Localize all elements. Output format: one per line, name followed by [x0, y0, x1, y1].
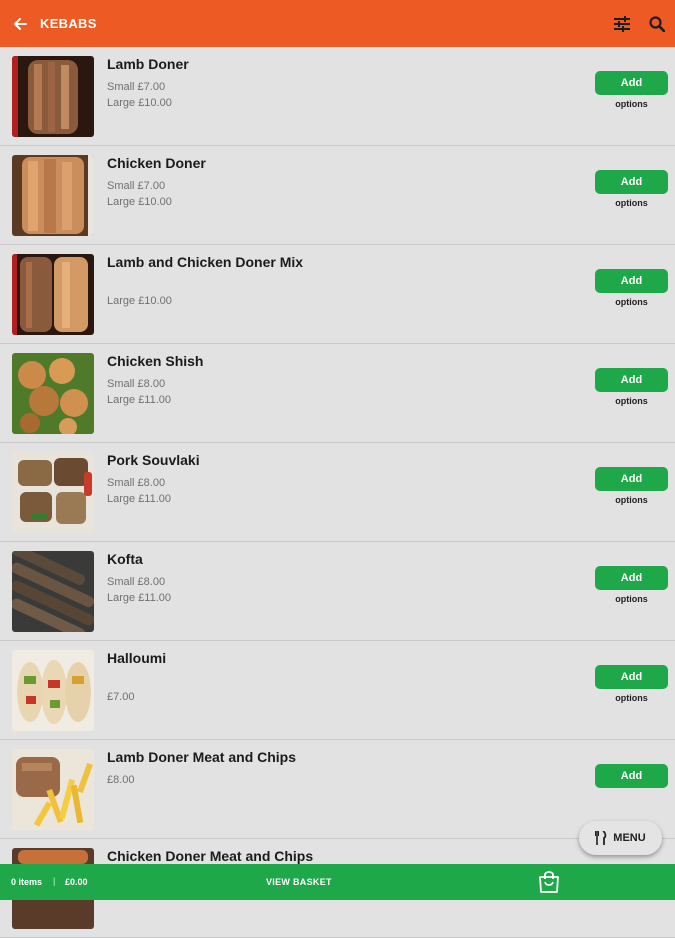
- add-button[interactable]: Add: [595, 467, 668, 491]
- item-image: [12, 749, 94, 830]
- item-price-small: Small £8.00: [107, 378, 166, 390]
- item-name: Lamb Doner Meat and Chips: [107, 749, 297, 765]
- list-item[interactable]: Kofta Small £8.00 Large £11.00 Add optio…: [0, 542, 675, 641]
- back-button[interactable]: [0, 0, 40, 47]
- item-price-large: Large £11.00: [107, 592, 172, 604]
- item-image: [12, 551, 94, 632]
- item-name: Halloumi: [107, 650, 167, 666]
- item-name: Lamb Doner: [107, 56, 189, 72]
- add-button[interactable]: Add: [595, 665, 668, 689]
- item-image: [12, 56, 94, 137]
- options-link[interactable]: options: [595, 99, 668, 109]
- view-basket-button[interactable]: VIEW BASKET: [266, 877, 332, 887]
- options-link[interactable]: options: [595, 594, 668, 604]
- list-item[interactable]: Chicken Shish Small £8.00 Large £11.00 A…: [0, 344, 675, 443]
- item-price: £8.00: [107, 774, 135, 786]
- options-link[interactable]: options: [595, 693, 668, 703]
- item-name: Chicken Doner: [107, 155, 206, 171]
- item-image: [12, 650, 94, 731]
- basket-total: £0.00: [65, 877, 88, 887]
- options-link[interactable]: options: [595, 495, 668, 505]
- item-image: [12, 353, 94, 434]
- basket-item-count: 0 items: [11, 877, 43, 887]
- list-item[interactable]: Chicken Doner Small £7.00 Large £10.00 A…: [0, 146, 675, 245]
- basket-bar: 0 items | £0.00 VIEW BASKET: [0, 864, 675, 900]
- search-icon[interactable]: [649, 15, 665, 32]
- item-price-small: Small £8.00: [107, 477, 166, 489]
- item-price-large: Large £10.00: [107, 295, 172, 307]
- item-image: [12, 155, 94, 236]
- item-image: [12, 452, 94, 533]
- list-item[interactable]: Lamb Doner Meat and Chips £8.00 Add: [0, 740, 675, 839]
- list-item[interactable]: Pork Souvlaki Small £8.00 Large £11.00 A…: [0, 443, 675, 542]
- add-button[interactable]: Add: [595, 71, 668, 95]
- app-header: KEBABS: [0, 0, 675, 47]
- item-name: Chicken Doner Meat and Chips: [107, 848, 314, 864]
- cutlery-icon: [595, 831, 607, 845]
- add-button[interactable]: Add: [595, 269, 668, 293]
- item-image: [12, 254, 94, 335]
- add-button[interactable]: Add: [595, 170, 668, 194]
- page-title: KEBABS: [40, 16, 97, 31]
- menu-button[interactable]: MENU: [579, 821, 662, 855]
- menu-button-label: MENU: [613, 832, 646, 844]
- add-button[interactable]: Add: [595, 764, 668, 788]
- item-price-large: Large £11.00: [107, 394, 172, 406]
- add-button[interactable]: Add: [595, 368, 668, 392]
- add-button[interactable]: Add: [595, 566, 668, 590]
- list-item[interactable]: Lamb Doner Small £7.00 Large £10.00 Add …: [0, 47, 675, 146]
- item-price-small: Small £7.00: [107, 81, 166, 93]
- menu-item-list: Lamb Doner Small £7.00 Large £10.00 Add …: [0, 47, 675, 938]
- options-link[interactable]: options: [595, 396, 668, 406]
- sliders-icon[interactable]: [613, 15, 631, 32]
- item-price-small: Small £7.00: [107, 180, 166, 192]
- item-name: Chicken Shish: [107, 353, 204, 369]
- item-name: Kofta: [107, 551, 143, 567]
- basket-separator: |: [53, 876, 56, 886]
- item-price-large: Large £10.00: [107, 97, 172, 109]
- item-price-small: Small £8.00: [107, 576, 166, 588]
- arrow-left-icon: [14, 17, 27, 30]
- list-item[interactable]: Halloumi £7.00 Add options: [0, 641, 675, 740]
- item-price-large: Large £11.00: [107, 493, 172, 505]
- list-item[interactable]: Lamb and Chicken Doner Mix Large £10.00 …: [0, 245, 675, 344]
- item-price-large: Large £10.00: [107, 196, 172, 208]
- shopping-bag-icon[interactable]: [538, 870, 560, 893]
- item-name: Pork Souvlaki: [107, 452, 200, 468]
- options-link[interactable]: options: [595, 198, 668, 208]
- item-price: £7.00: [107, 691, 135, 703]
- item-name: Lamb and Chicken Doner Mix: [107, 254, 304, 270]
- options-link[interactable]: options: [595, 297, 668, 307]
